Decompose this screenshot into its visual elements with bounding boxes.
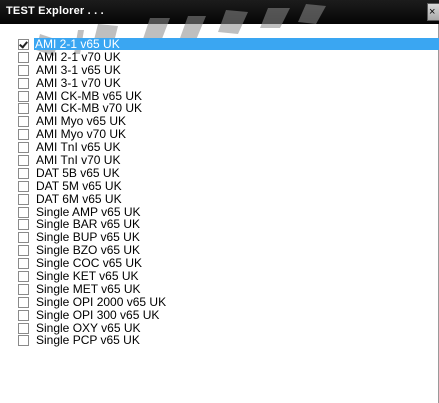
test-list-item[interactable]: Single MET v65 UK	[18, 283, 439, 296]
test-label[interactable]: Single KET v65 UK	[35, 270, 142, 282]
test-label[interactable]: Single COC v65 UK	[35, 257, 145, 269]
test-checkbox[interactable]	[18, 296, 29, 308]
test-label[interactable]: DAT 5B v65 UK	[35, 167, 123, 179]
test-list-item[interactable]: AMI 3-1 v65 UK	[18, 64, 439, 77]
test-list-item[interactable]: Single KET v65 UK	[18, 270, 439, 283]
test-list-item[interactable]: AMI 3-1 v70 UK	[18, 77, 439, 90]
test-checkbox[interactable]	[18, 271, 29, 283]
test-label[interactable]: Single OPI 2000 v65 UK	[35, 296, 169, 308]
test-checkbox[interactable]	[18, 64, 29, 76]
test-label[interactable]: AMI 3-1 v70 UK	[35, 77, 124, 89]
test-checkbox[interactable]	[18, 167, 29, 179]
test-label[interactable]: Single MET v65 UK	[35, 283, 144, 295]
test-list-item[interactable]: AMI TnI v70 UK	[18, 154, 439, 167]
test-checkbox[interactable]	[18, 309, 29, 321]
test-label[interactable]: Single PCP v65 UK	[35, 334, 143, 346]
test-label[interactable]: AMI 2-1 v70 UK	[35, 51, 124, 63]
test-list-item[interactable]: DAT 6M v65 UK	[18, 193, 439, 206]
test-checkbox[interactable]	[18, 193, 29, 205]
test-list-item[interactable]: Single OPI 300 v65 UK	[18, 309, 439, 322]
test-label[interactable]: AMI 3-1 v65 UK	[35, 64, 124, 76]
close-button[interactable]: ×	[427, 3, 439, 21]
test-label[interactable]: Single BZO v65 UK	[35, 244, 143, 256]
test-label[interactable]: AMI TnI v65 UK	[35, 141, 123, 153]
test-label[interactable]: AMI TnI v70 UK	[35, 154, 123, 166]
test-list-item[interactable]: Single PCP v65 UK	[18, 334, 439, 347]
test-list-item[interactable]: AMI 2-1 v65 UK	[18, 38, 439, 51]
test-checkbox[interactable]	[18, 116, 29, 128]
test-label[interactable]: Single AMP v65 UK	[35, 206, 144, 218]
test-checkbox[interactable]	[18, 335, 29, 347]
test-list-item[interactable]: DAT 5M v65 UK	[18, 180, 439, 193]
test-list-item[interactable]: AMI 2-1 v70 UK	[18, 51, 439, 64]
test-checkbox[interactable]	[18, 90, 29, 102]
test-checkbox[interactable]	[18, 51, 29, 63]
test-checkbox[interactable]	[18, 258, 29, 270]
test-checkbox[interactable]	[18, 245, 29, 257]
test-label[interactable]: AMI CK-MB v65 UK	[35, 90, 145, 102]
test-label[interactable]: Single OXY v65 UK	[35, 322, 144, 334]
test-checkbox[interactable]	[18, 219, 29, 231]
test-checkbox[interactable]	[18, 180, 29, 192]
test-label[interactable]: Single BUP v65 UK	[35, 231, 143, 243]
test-list: AMI 2-1 v65 UK AMI 2-1 v70 UK AMI 3-1 v65 …	[18, 38, 439, 347]
test-list-item[interactable]: DAT 5B v65 UK	[18, 167, 439, 180]
test-checkbox[interactable]	[18, 283, 29, 295]
test-checkbox[interactable]	[18, 155, 29, 167]
test-label[interactable]: Single BAR v65 UK	[35, 218, 143, 230]
test-label[interactable]: AMI Myo v65 UK	[35, 115, 129, 127]
test-checkbox[interactable]	[18, 232, 29, 244]
test-checkbox[interactable]	[18, 39, 29, 50]
test-checkbox[interactable]	[18, 142, 29, 154]
test-checkbox[interactable]	[18, 129, 29, 141]
test-label[interactable]: AMI CK-MB v70 UK	[35, 102, 145, 114]
test-checkbox[interactable]	[18, 322, 29, 334]
test-label[interactable]: AMI 2-1 v65 UK	[34, 38, 439, 50]
test-checkbox[interactable]	[18, 77, 29, 89]
test-label[interactable]: AMI Myo v70 UK	[35, 128, 129, 140]
test-explorer-window: TEST Explorer . . . × AMI 2-1 v65 UK AMI …	[0, 0, 439, 403]
test-label[interactable]: Single OPI 300 v65 UK	[35, 309, 162, 321]
test-list-item[interactable]: Single OPI 2000 v65 UK	[18, 296, 439, 309]
test-label[interactable]: DAT 6M v65 UK	[35, 193, 125, 205]
window-title: TEST Explorer . . .	[6, 5, 104, 17]
title-bar[interactable]: TEST Explorer . . . ×	[0, 0, 439, 24]
test-checkbox[interactable]	[18, 206, 29, 218]
test-label[interactable]: DAT 5M v65 UK	[35, 180, 125, 192]
test-checkbox[interactable]	[18, 103, 29, 115]
